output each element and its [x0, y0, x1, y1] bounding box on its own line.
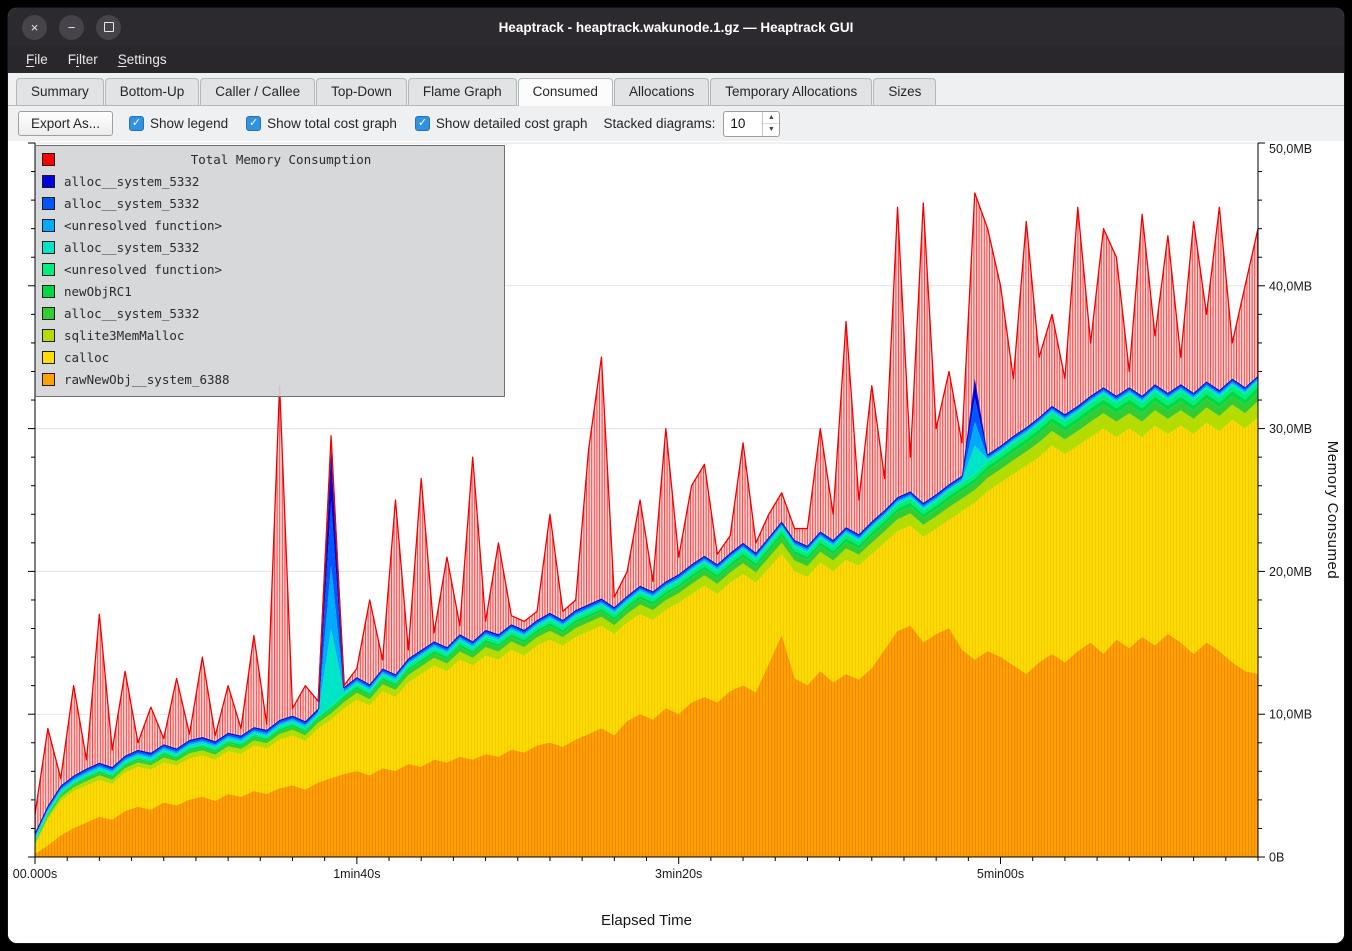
window-title: Heaptrack - heaptrack.wakunode.1.gz — He…	[8, 20, 1344, 35]
svg-text:10,0MB: 10,0MB	[1269, 708, 1312, 722]
tab-summary[interactable]: Summary	[16, 78, 104, 105]
svg-text:00.000s: 00.000s	[13, 867, 57, 881]
stacked-diagrams-label: Stacked diagrams:	[604, 116, 716, 131]
legend-title-swatch	[42, 153, 55, 166]
checkbox-checked-icon[interactable]: ✓	[129, 116, 144, 131]
legend-item-swatch	[42, 285, 55, 298]
stacked-diagrams-value: 10	[724, 112, 762, 136]
spinner-buttons: ▲ ▼	[762, 112, 779, 136]
svg-text:0B: 0B	[1269, 851, 1284, 865]
window-controls: × −	[22, 15, 121, 40]
legend-item-label: alloc__system_5332	[64, 306, 199, 321]
legend-item: sqlite3MemMalloc	[42, 324, 498, 346]
checkbox-show-total-cost-graph[interactable]: ✓ Show total cost graph	[246, 116, 397, 131]
svg-text:20,0MB: 20,0MB	[1269, 565, 1312, 579]
legend-title-row: Total Memory Consumption	[42, 149, 498, 170]
legend-item: <unresolved function>	[42, 258, 498, 280]
legend-item: <unresolved function>	[42, 214, 498, 236]
close-icon: ×	[31, 21, 39, 34]
checkbox-label: Show legend	[150, 116, 228, 131]
legend-item-label: calloc	[64, 350, 109, 365]
legend-item-swatch	[42, 197, 55, 210]
svg-text:40,0MB: 40,0MB	[1269, 279, 1312, 293]
svg-text:1min40s: 1min40s	[333, 867, 380, 881]
menu-file[interactable]: File	[16, 46, 58, 73]
svg-text:3min20s: 3min20s	[655, 867, 702, 881]
legend-item-label: <unresolved function>	[64, 218, 222, 233]
tab-top-down[interactable]: Top-Down	[316, 78, 407, 105]
legend-item-label: rawNewObj__system_6388	[64, 372, 230, 387]
legend-item: alloc__system_5332	[42, 236, 498, 258]
export-as-button[interactable]: Export As...	[18, 111, 113, 136]
spin-up-button[interactable]: ▲	[763, 112, 779, 125]
legend-item-swatch	[42, 329, 55, 342]
legend-item-label: newObjRC1	[64, 284, 132, 299]
legend-item-label: sqlite3MemMalloc	[64, 328, 184, 343]
legend-item-swatch	[42, 241, 55, 254]
legend-item-swatch	[42, 175, 55, 188]
titlebar[interactable]: × − Heaptrack - heaptrack.wakunode.1.gz …	[8, 8, 1344, 46]
legend-item-label: <unresolved function>	[64, 262, 222, 277]
minimize-icon: −	[68, 21, 76, 34]
tab-temporary-allocations[interactable]: Temporary Allocations	[710, 78, 872, 105]
heaptrack-window: × − Heaptrack - heaptrack.wakunode.1.gz …	[8, 8, 1344, 943]
menu-settings[interactable]: Settings	[108, 46, 177, 73]
svg-text:30,0MB: 30,0MB	[1269, 422, 1312, 436]
stacked-diagrams-spinbox[interactable]: 10 ▲ ▼	[723, 111, 780, 137]
tab-sizes[interactable]: Sizes	[873, 78, 936, 105]
legend-title: Total Memory Consumption	[64, 152, 498, 167]
checkbox-checked-icon[interactable]: ✓	[415, 116, 430, 131]
legend-item-label: alloc__system_5332	[64, 196, 199, 211]
legend-item: alloc__system_5332	[42, 170, 498, 192]
legend-item: alloc__system_5332	[42, 192, 498, 214]
menubar: FileFilterSettings	[8, 46, 1344, 73]
legend-item: calloc	[42, 346, 498, 368]
checkbox-checked-icon[interactable]: ✓	[246, 116, 261, 131]
legend-item-swatch	[42, 351, 55, 364]
menu-filter[interactable]: Filter	[58, 46, 108, 73]
tab-flame-graph[interactable]: Flame Graph	[408, 78, 517, 105]
legend-item-label: alloc__system_5332	[64, 174, 199, 189]
checkbox-label: Show detailed cost graph	[436, 116, 588, 131]
legend-item: rawNewObj__system_6388	[42, 368, 498, 390]
tab-bar: SummaryBottom-UpCaller / CalleeTop-DownF…	[8, 73, 1344, 106]
tab-bottom-up[interactable]: Bottom-Up	[105, 78, 200, 105]
toolbar: Export As... ✓ Show legend ✓ Show total cos…	[8, 106, 1344, 141]
svg-text:5min00s: 5min00s	[977, 867, 1024, 881]
checkbox-label: Show total cost graph	[267, 116, 397, 131]
legend-item: newObjRC1	[42, 280, 498, 302]
close-button[interactable]: ×	[22, 15, 47, 40]
minimize-button[interactable]: −	[59, 15, 84, 40]
legend-item: alloc__system_5332	[42, 302, 498, 324]
x-axis-title: Elapsed Time	[35, 912, 1258, 929]
tab-allocations[interactable]: Allocations	[614, 78, 709, 105]
checkbox-show-legend[interactable]: ✓ Show legend	[129, 116, 228, 131]
maximize-button[interactable]	[96, 15, 121, 40]
chart-area: 0B 10,0MB 20,0MB 30,0MB 40,0MB 50,0MB 00.000s 1…	[8, 141, 1344, 943]
chart-legend: Total Memory Consumption alloc__system_5…	[35, 145, 505, 397]
legend-item-label: alloc__system_5332	[64, 240, 199, 255]
legend-item-swatch	[42, 307, 55, 320]
y-axis-title: Memory Consumed	[1324, 441, 1341, 579]
legend-item-swatch	[42, 219, 55, 232]
maximize-icon	[104, 22, 114, 32]
svg-text:50,0MB: 50,0MB	[1269, 142, 1312, 156]
legend-item-swatch	[42, 263, 55, 276]
legend-item-swatch	[42, 373, 55, 386]
checkbox-show-detailed-cost-graph[interactable]: ✓ Show detailed cost graph	[415, 116, 588, 131]
spin-down-button[interactable]: ▼	[763, 124, 779, 136]
tab-caller-callee[interactable]: Caller / Callee	[200, 78, 315, 105]
tab-consumed[interactable]: Consumed	[518, 78, 613, 106]
